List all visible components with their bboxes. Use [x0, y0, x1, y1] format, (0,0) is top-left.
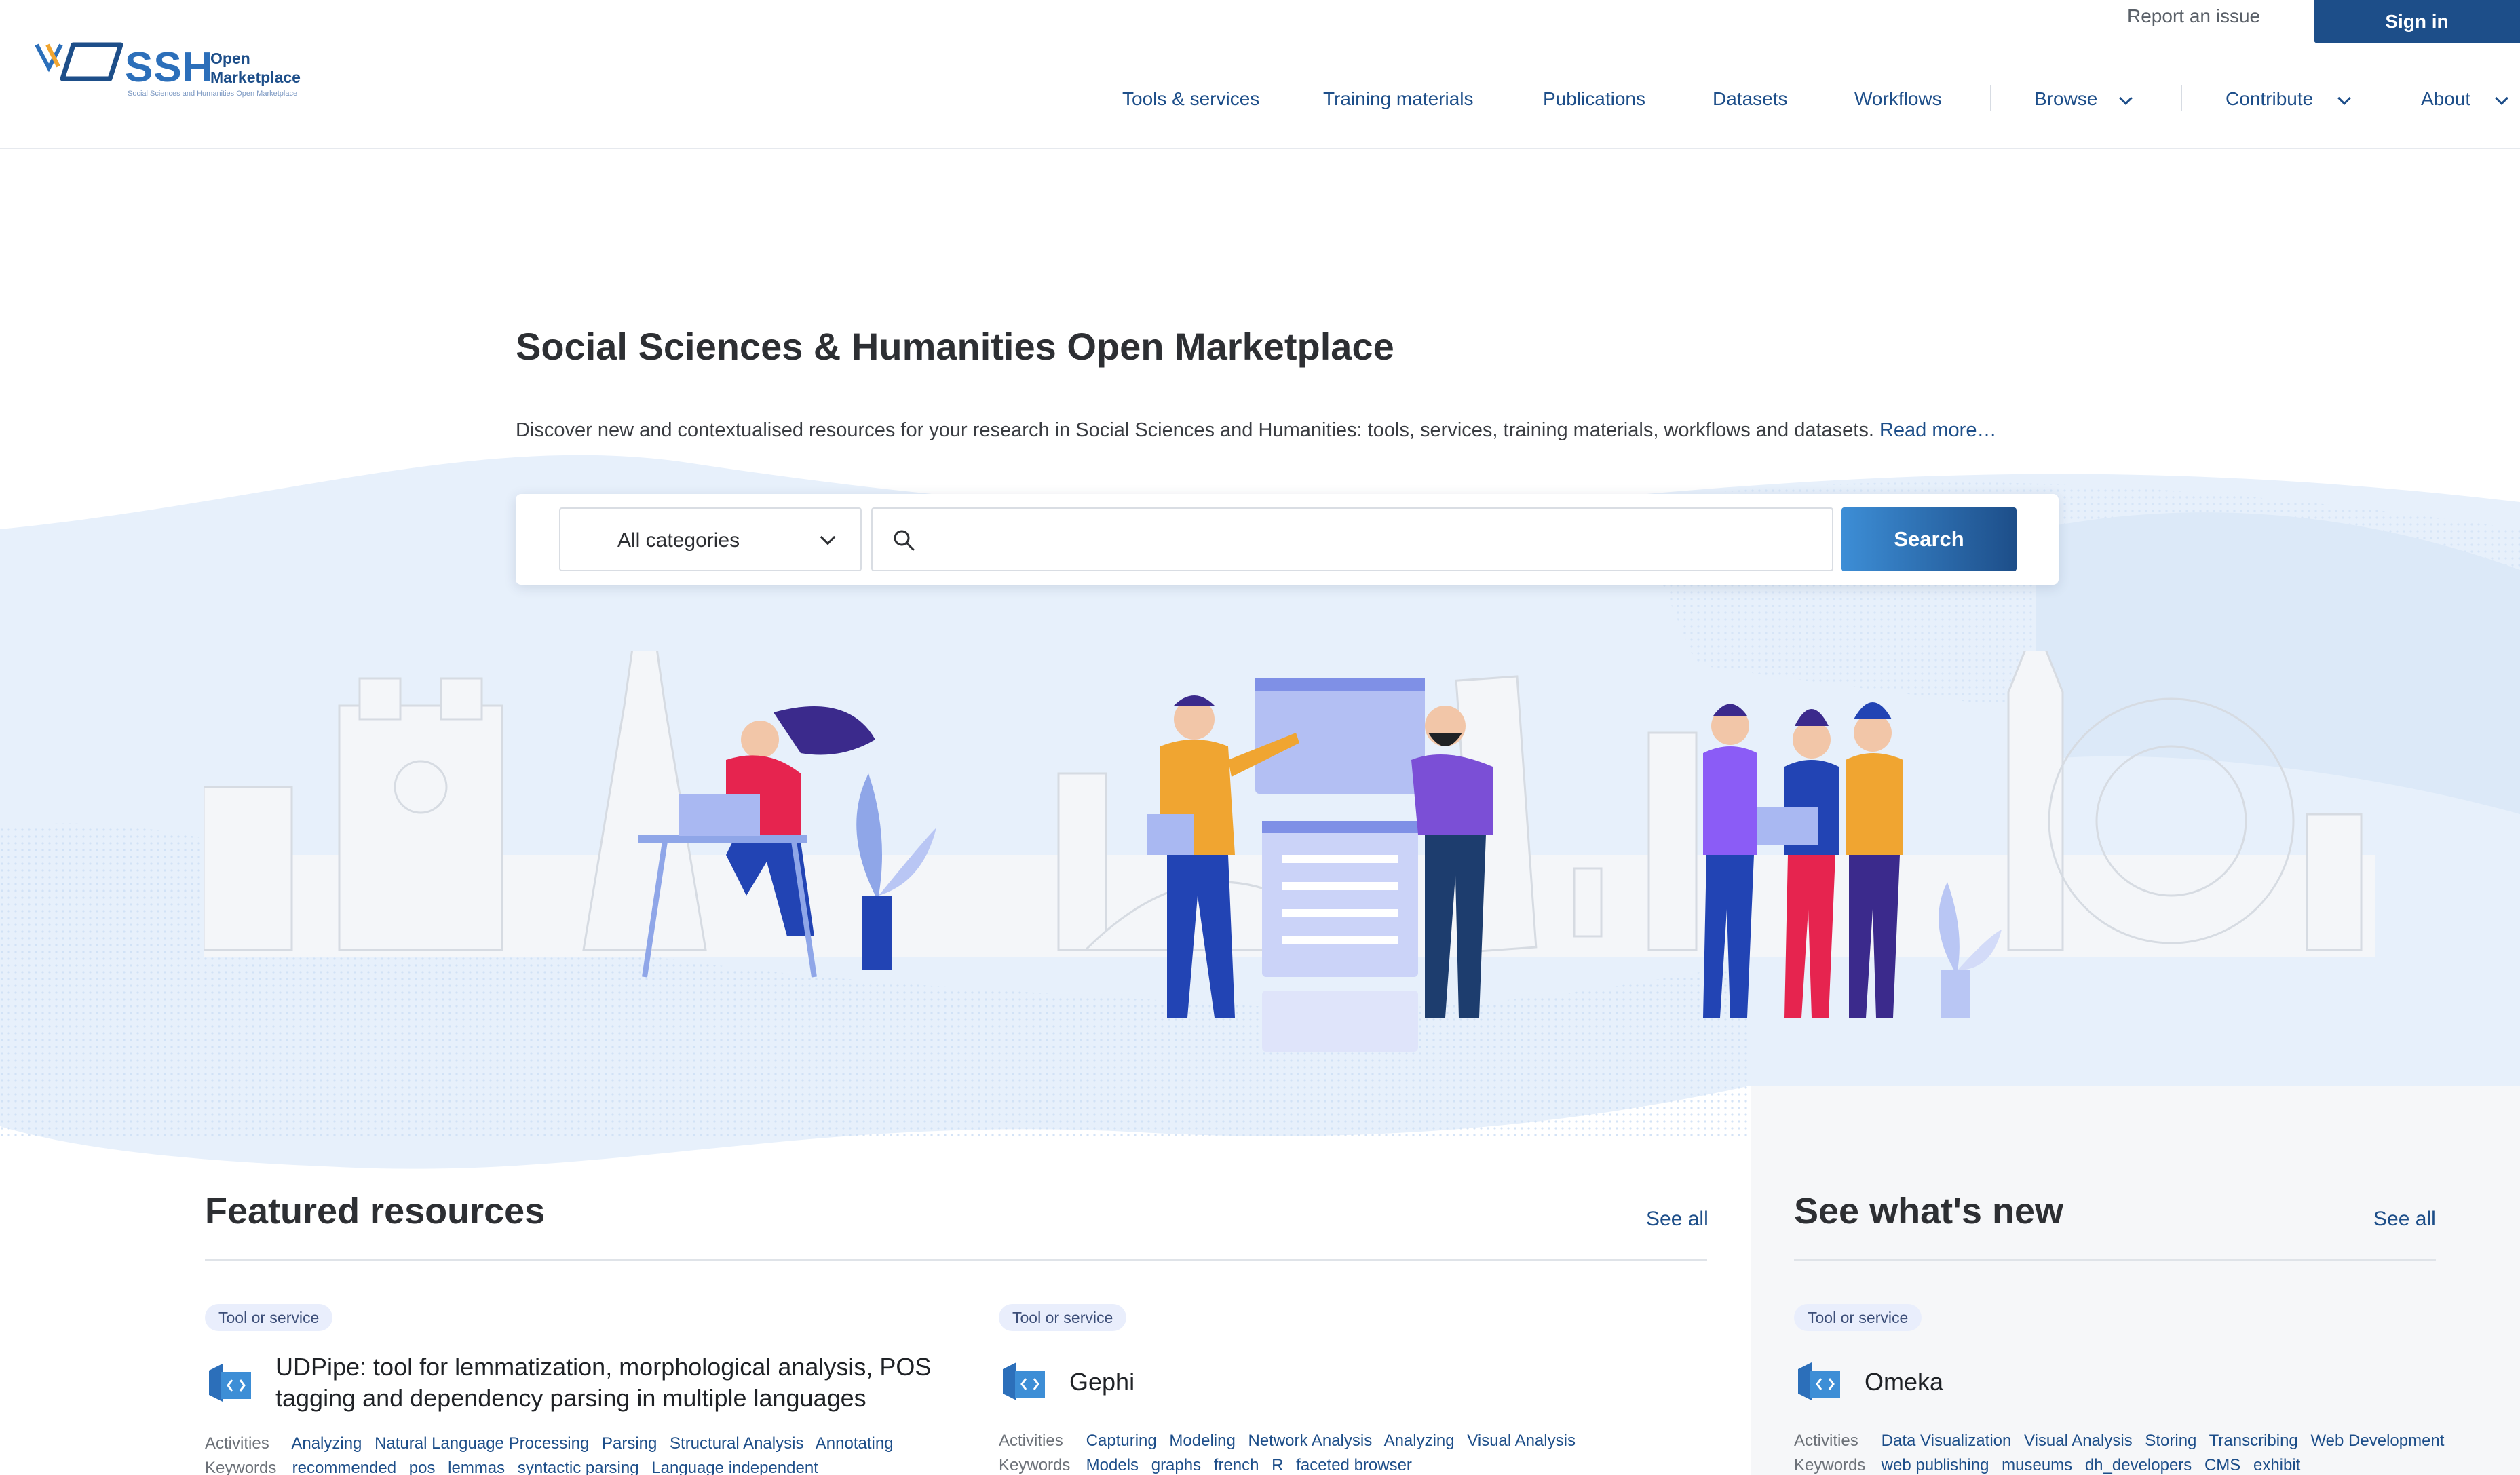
keyword-tag[interactable]: Language independent [651, 1459, 818, 1475]
activity-tag[interactable]: Annotating [816, 1434, 894, 1453]
nav-browse[interactable]: Browse [2034, 88, 2097, 110]
activities-label: Activities [1794, 1432, 1858, 1450]
nav-datasets[interactable]: Datasets [1713, 88, 1788, 110]
category-select[interactable]: All categories [559, 507, 862, 571]
search-icon [894, 530, 915, 551]
chevron-down-icon [820, 529, 836, 545]
resource-keywords-row: Keywords web publishing museums dh_devel… [1794, 1456, 2308, 1475]
keyword-tag[interactable]: lemmas [448, 1459, 505, 1475]
sign-in-button[interactable]: Sign in [2314, 0, 2520, 43]
category-select-value: All categories [617, 529, 740, 552]
activity-tag[interactable]: Natural Language Processing [375, 1434, 589, 1453]
activity-tag[interactable]: Network Analysis [1248, 1432, 1372, 1450]
activities-label: Activities [999, 1432, 1063, 1450]
site-header: SSH Open Marketplace Social Sciences and… [0, 0, 2520, 149]
keyword-tag[interactable]: graphs [1151, 1456, 1201, 1474]
keyword-tag[interactable]: exhibit [2253, 1456, 2300, 1474]
search-box[interactable] [871, 507, 1833, 571]
logo-open-word: Open [210, 50, 250, 67]
logo-open-marketplace-text: Open Marketplace [210, 49, 319, 87]
resource-title-link[interactable]: Omeka [1865, 1366, 1943, 1398]
keyword-tag[interactable]: french [1214, 1456, 1259, 1474]
activity-tag[interactable]: Parsing [602, 1434, 657, 1453]
resource-title-link[interactable]: Gephi [1069, 1366, 1134, 1398]
resource-keywords-row: Keywords Models graphs french R faceted … [999, 1456, 1420, 1475]
featured-divider [205, 1259, 1707, 1261]
activity-tag[interactable]: Structural Analysis [670, 1434, 803, 1453]
activity-tag[interactable]: Web Development [2310, 1432, 2444, 1450]
keywords-label: Keywords [205, 1459, 277, 1475]
resource-activities-row: Activities Analyzing Natural Language Pr… [205, 1434, 902, 1453]
activities-label: Activities [205, 1434, 269, 1453]
tool-or-service-icon [1003, 1362, 1045, 1400]
resource-type-badge: Tool or service [999, 1304, 1127, 1331]
keyword-tag[interactable]: dh_developers [2085, 1456, 2192, 1474]
nav-about[interactable]: About [2421, 88, 2470, 110]
nav-separator [1990, 85, 1991, 111]
resource-type-badge: Tool or service [1794, 1304, 1922, 1331]
activity-tag[interactable]: Transcribing [2209, 1432, 2298, 1450]
whats-new-title: See what's new [1794, 1191, 2063, 1231]
whats-new-see-all-link[interactable]: See all [2373, 1208, 2436, 1231]
hero-illustration [204, 651, 2375, 1052]
logo-ssh-text: SSH [125, 44, 214, 91]
whats-new-divider [1794, 1259, 2436, 1261]
keywords-label: Keywords [1794, 1456, 1866, 1474]
activity-tag[interactable]: Analyzing [1384, 1432, 1455, 1450]
activity-tag[interactable]: Visual Analysis [2024, 1432, 2133, 1450]
search-panel: All categories Search [516, 494, 2059, 585]
keyword-tag[interactable]: CMS [2204, 1456, 2240, 1474]
resource-title-link[interactable]: UDPipe: tool for lemmatization, morpholo… [275, 1352, 940, 1414]
activity-tag[interactable]: Data Visualization [1882, 1432, 2012, 1450]
resource-activities-row: Activities Capturing Modeling Network An… [999, 1432, 1584, 1451]
keyword-tag[interactable]: museums [2002, 1456, 2072, 1474]
resource-keywords-row: Keywords recommended pos lemmas syntacti… [205, 1459, 826, 1475]
nav-separator [2181, 85, 2182, 111]
keyword-tag[interactable]: pos [409, 1459, 436, 1475]
tool-or-service-icon [209, 1364, 251, 1402]
activity-tag[interactable]: Capturing [1086, 1432, 1157, 1450]
main-nav: Tools & services Training materials Publ… [0, 85, 2520, 115]
nav-publications[interactable]: Publications [1543, 88, 1645, 110]
logo-marketplace-word: Marketplace [210, 69, 301, 86]
featured-resources-title: Featured resources [205, 1191, 546, 1231]
read-more-link[interactable]: Read more… [1879, 419, 1996, 441]
resource-activities-row: Activities Data Visualization Visual Ana… [1794, 1432, 2452, 1451]
featured-see-all-link[interactable]: See all [1646, 1208, 1708, 1231]
resource-type-badge: Tool or service [205, 1304, 333, 1331]
ssh-logo-mark-icon [35, 42, 123, 81]
chevron-down-icon[interactable] [2337, 92, 2351, 105]
nav-contribute[interactable]: Contribute [2226, 88, 2313, 110]
tool-or-service-icon [1798, 1362, 1840, 1400]
keyword-tag[interactable]: Models [1086, 1456, 1139, 1474]
nav-training-materials[interactable]: Training materials [1323, 88, 1473, 110]
nav-workflows[interactable]: Workflows [1854, 88, 1942, 110]
keyword-tag[interactable]: faceted browser [1296, 1456, 1412, 1474]
chevron-down-icon[interactable] [2119, 92, 2133, 105]
search-button[interactable]: Search [1841, 507, 2017, 571]
search-input[interactable] [930, 516, 1818, 563]
keyword-tag[interactable]: R [1272, 1456, 1283, 1474]
hero-description: Discover new and contextualised resource… [516, 419, 1996, 442]
whats-new-panel [1751, 1086, 2520, 1475]
hero-description-text: Discover new and contextualised resource… [516, 419, 1874, 441]
keyword-tag[interactable]: recommended [292, 1459, 396, 1475]
activity-tag[interactable]: Modeling [1169, 1432, 1235, 1450]
activity-tag[interactable]: Analyzing [291, 1434, 362, 1453]
chevron-down-icon[interactable] [2495, 92, 2508, 105]
keyword-tag[interactable]: web publishing [1882, 1456, 1989, 1474]
report-issue-link[interactable]: Report an issue [2127, 5, 2260, 27]
hero-title: Social Sciences & Humanities Open Market… [516, 325, 1394, 368]
activity-tag[interactable]: Visual Analysis [1467, 1432, 1576, 1450]
keywords-label: Keywords [999, 1456, 1071, 1474]
activity-tag[interactable]: Storing [2145, 1432, 2196, 1450]
nav-tools-services[interactable]: Tools & services [1122, 88, 1259, 110]
keyword-tag[interactable]: syntactic parsing [518, 1459, 639, 1475]
